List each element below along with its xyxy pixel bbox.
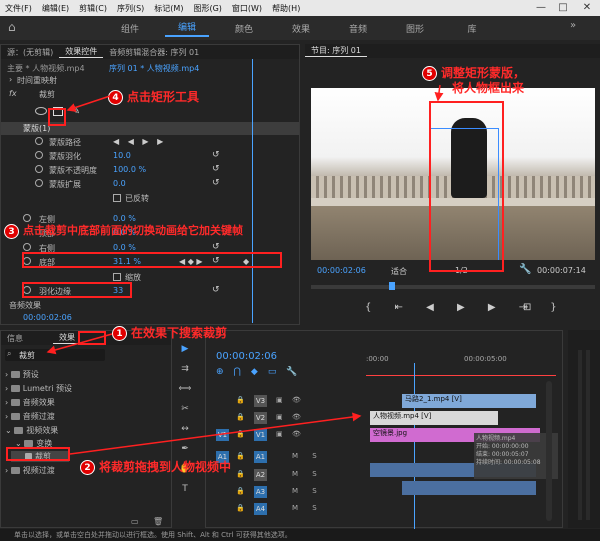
arrow-4 (66, 95, 111, 112)
arrow-1 (46, 333, 113, 355)
arrow-5 (434, 84, 444, 102)
annotation-arrows (46, 84, 444, 455)
arrow-2 (69, 412, 362, 455)
